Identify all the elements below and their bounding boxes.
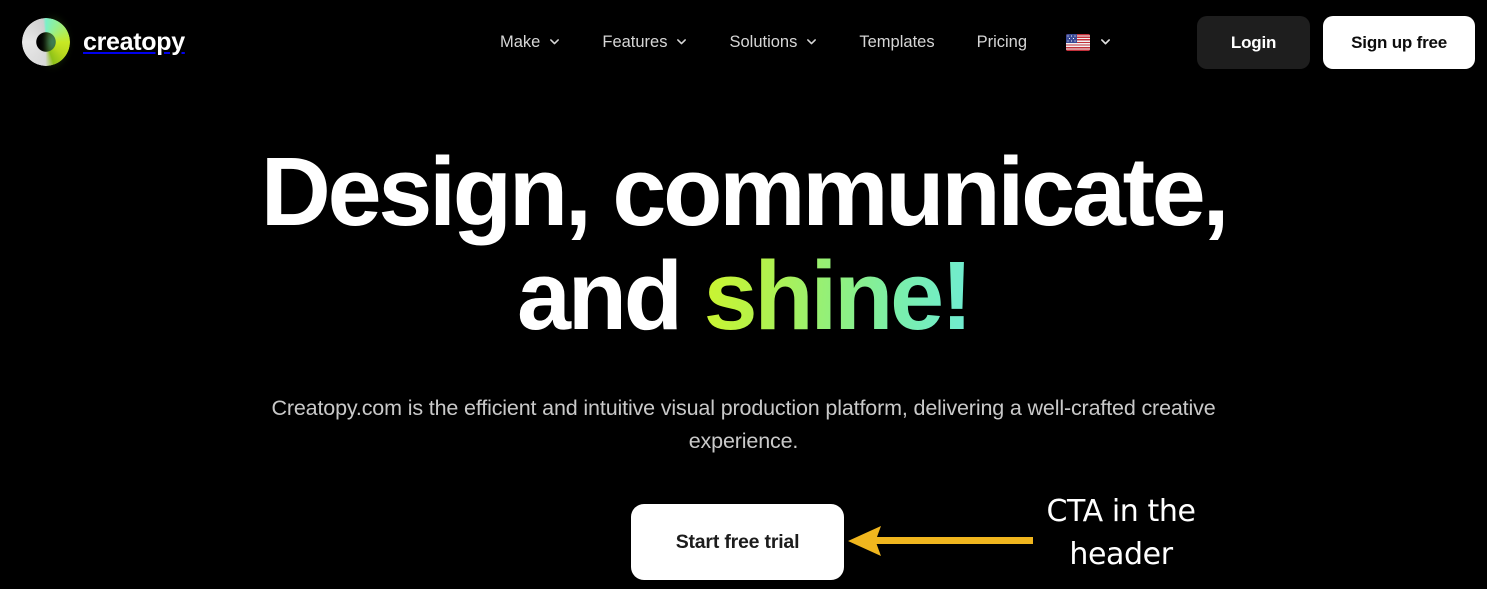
page-root: creatopy Make Features Solutions Templat… bbox=[0, 0, 1487, 589]
nav-item-label: Solutions bbox=[729, 33, 798, 51]
page-title: Design, communicate, and shine! bbox=[154, 140, 1334, 348]
nav-item-pricing[interactable]: Pricing bbox=[956, 33, 1048, 52]
annotation-text: CTA in the header bbox=[1004, 490, 1238, 576]
headline-accent-shine: shine! bbox=[703, 240, 974, 350]
nav-item-label: Templates bbox=[859, 33, 935, 51]
headline-line-2: and shine! bbox=[154, 240, 1334, 350]
main-navigation: Make Features Solutions Templates Pricin… bbox=[500, 0, 1129, 85]
annotation-text-line-2: header bbox=[1069, 537, 1173, 573]
headline-line-1: Design, communicate, bbox=[260, 137, 1230, 246]
chevron-down-icon bbox=[806, 36, 817, 47]
chevron-down-icon bbox=[676, 36, 687, 47]
site-header: creatopy Make Features Solutions Templat… bbox=[0, 0, 1487, 85]
nav-item-label: Pricing bbox=[976, 33, 1028, 51]
auth-actions: Login Sign up free bbox=[1196, 16, 1475, 69]
cta-container: Start free trial bbox=[631, 504, 844, 580]
headline-line-2-plain: and bbox=[516, 240, 704, 350]
hero-section: Design, communicate, and shine! Creatopy… bbox=[0, 140, 1487, 458]
brand-name: creatopy bbox=[83, 27, 185, 56]
creatopy-ring-logo-icon bbox=[22, 14, 80, 70]
login-button[interactable]: Login bbox=[1196, 16, 1311, 69]
nav-item-label: Make bbox=[500, 33, 541, 51]
start-free-trial-button[interactable]: Start free trial bbox=[631, 504, 844, 580]
annotation-text-line-1: CTA in the bbox=[1046, 494, 1196, 529]
language-selector[interactable] bbox=[1048, 34, 1129, 51]
nav-item-templates[interactable]: Templates bbox=[838, 33, 955, 52]
brand-logo-link[interactable]: creatopy bbox=[22, 14, 185, 70]
nav-item-label: Features bbox=[602, 33, 668, 51]
nav-item-features[interactable]: Features bbox=[581, 33, 708, 52]
nav-item-make[interactable]: Make bbox=[500, 33, 581, 52]
us-flag-icon bbox=[1066, 34, 1091, 51]
chevron-down-icon bbox=[1100, 36, 1111, 47]
hero-subcopy: Creatopy.com is the efficient and intuit… bbox=[271, 395, 1216, 453]
signup-free-button[interactable]: Sign up free bbox=[1323, 16, 1475, 69]
nav-item-solutions[interactable]: Solutions bbox=[708, 33, 838, 52]
chevron-down-icon bbox=[549, 36, 560, 47]
